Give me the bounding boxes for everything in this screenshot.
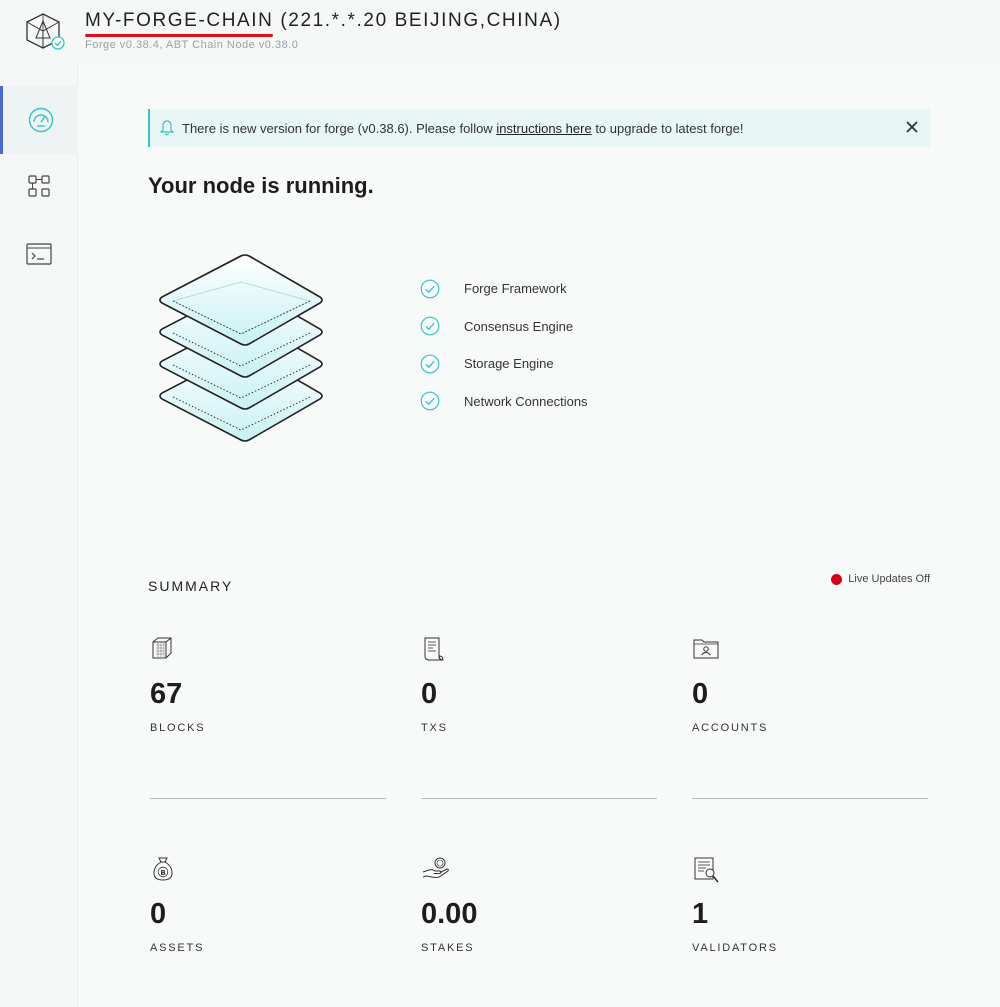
stat-label: VALIDATORS <box>692 942 778 954</box>
divider <box>421 798 657 799</box>
divider <box>150 798 386 799</box>
stat-label: ACCOUNTS <box>692 722 769 734</box>
svg-text:B: B <box>160 869 165 877</box>
list-item: Network Connections <box>420 383 588 421</box>
stat-value: 0 <box>150 898 167 930</box>
stat-label: STAKES <box>421 942 475 954</box>
document-check-icon <box>694 857 719 883</box>
apps-grid-icon <box>28 175 50 197</box>
version-info: Forge v0.38.4, ABT Chain Node v0.38.0 <box>85 39 299 51</box>
node-status-heading: Your node is running. <box>148 173 374 198</box>
stat-value: 1 <box>692 898 709 930</box>
bell-icon <box>160 120 174 136</box>
stat-accounts[interactable]: 0 ACCOUNTS <box>692 636 928 799</box>
live-status-dot <box>831 573 843 585</box>
instructions-link[interactable]: instructions here <box>496 121 591 136</box>
update-banner: There is new version for forge (v0.38.6)… <box>148 109 930 147</box>
sidebar-item-console[interactable] <box>0 220 78 288</box>
terminal-icon <box>26 243 52 265</box>
main-content: There is new version for forge (v0.38.6)… <box>79 62 1000 1007</box>
check-circle-icon <box>420 279 440 299</box>
sidebar-item-dashboard[interactable] <box>0 86 78 154</box>
check-circle-icon <box>420 354 440 374</box>
component-checklist: Forge Framework Consensus Engine Storage… <box>420 270 588 420</box>
check-circle-icon <box>420 316 440 336</box>
cube-icon <box>152 637 172 659</box>
summary-heading: SUMMARY <box>148 578 234 594</box>
component-label: Consensus Engine <box>464 318 574 334</box>
component-label: Network Connections <box>464 393 588 409</box>
list-item: Forge Framework <box>420 270 588 308</box>
stat-txs[interactable]: 0 TXS <box>421 636 657 799</box>
live-updates-label: Live Updates Off <box>848 573 930 585</box>
check-circle-icon <box>420 391 440 411</box>
app-header: MY-FORGE-CHAIN (221.*.*.20 BEIJING,CHINA… <box>0 0 1000 62</box>
stat-assets[interactable]: B 0 ASSETS <box>150 856 386 954</box>
component-label: Storage Engine <box>464 356 554 372</box>
speedometer-icon <box>28 107 53 133</box>
forge-logo-icon <box>26 13 65 50</box>
divider <box>692 798 928 799</box>
stat-validators[interactable]: 1 VALIDATORS <box>692 856 928 954</box>
page-title: MY-FORGE-CHAIN (221.*.*.20 BEIJING,CHINA… <box>85 10 562 37</box>
node-layers-illustration <box>159 254 323 442</box>
stat-label: TXS <box>421 722 448 734</box>
sidebar <box>0 62 78 1007</box>
stat-value: 0.00 <box>421 898 478 930</box>
stat-label: ASSETS <box>150 942 205 954</box>
receipt-icon <box>424 637 444 661</box>
stat-value: 0 <box>692 678 709 710</box>
banner-text-after: to upgrade to latest forge! <box>591 120 744 136</box>
close-icon[interactable] <box>904 119 920 135</box>
stat-blocks[interactable]: 67 BLOCKS <box>150 636 386 799</box>
list-item: Storage Engine <box>420 345 588 383</box>
stat-value: 0 <box>421 678 438 710</box>
coin-hand-icon <box>422 857 449 878</box>
money-bag-icon: B <box>153 857 173 881</box>
stat-label: BLOCKS <box>150 722 206 734</box>
stat-value: 67 <box>150 678 183 710</box>
banner-text-before: There is new version for forge (v0.38.6)… <box>182 120 497 136</box>
live-updates-toggle[interactable]: Live Updates Off <box>831 573 930 585</box>
node-location: (221.*.*.20 BEIJING,CHINA) <box>273 10 562 31</box>
folder-user-icon <box>693 639 719 659</box>
sidebar-item-blocks[interactable] <box>0 152 78 220</box>
stat-stakes[interactable]: 0.00 STAKES <box>421 856 657 954</box>
component-label: Forge Framework <box>464 281 567 297</box>
chain-name: MY-FORGE-CHAIN <box>85 10 274 37</box>
list-item: Consensus Engine <box>420 308 588 346</box>
